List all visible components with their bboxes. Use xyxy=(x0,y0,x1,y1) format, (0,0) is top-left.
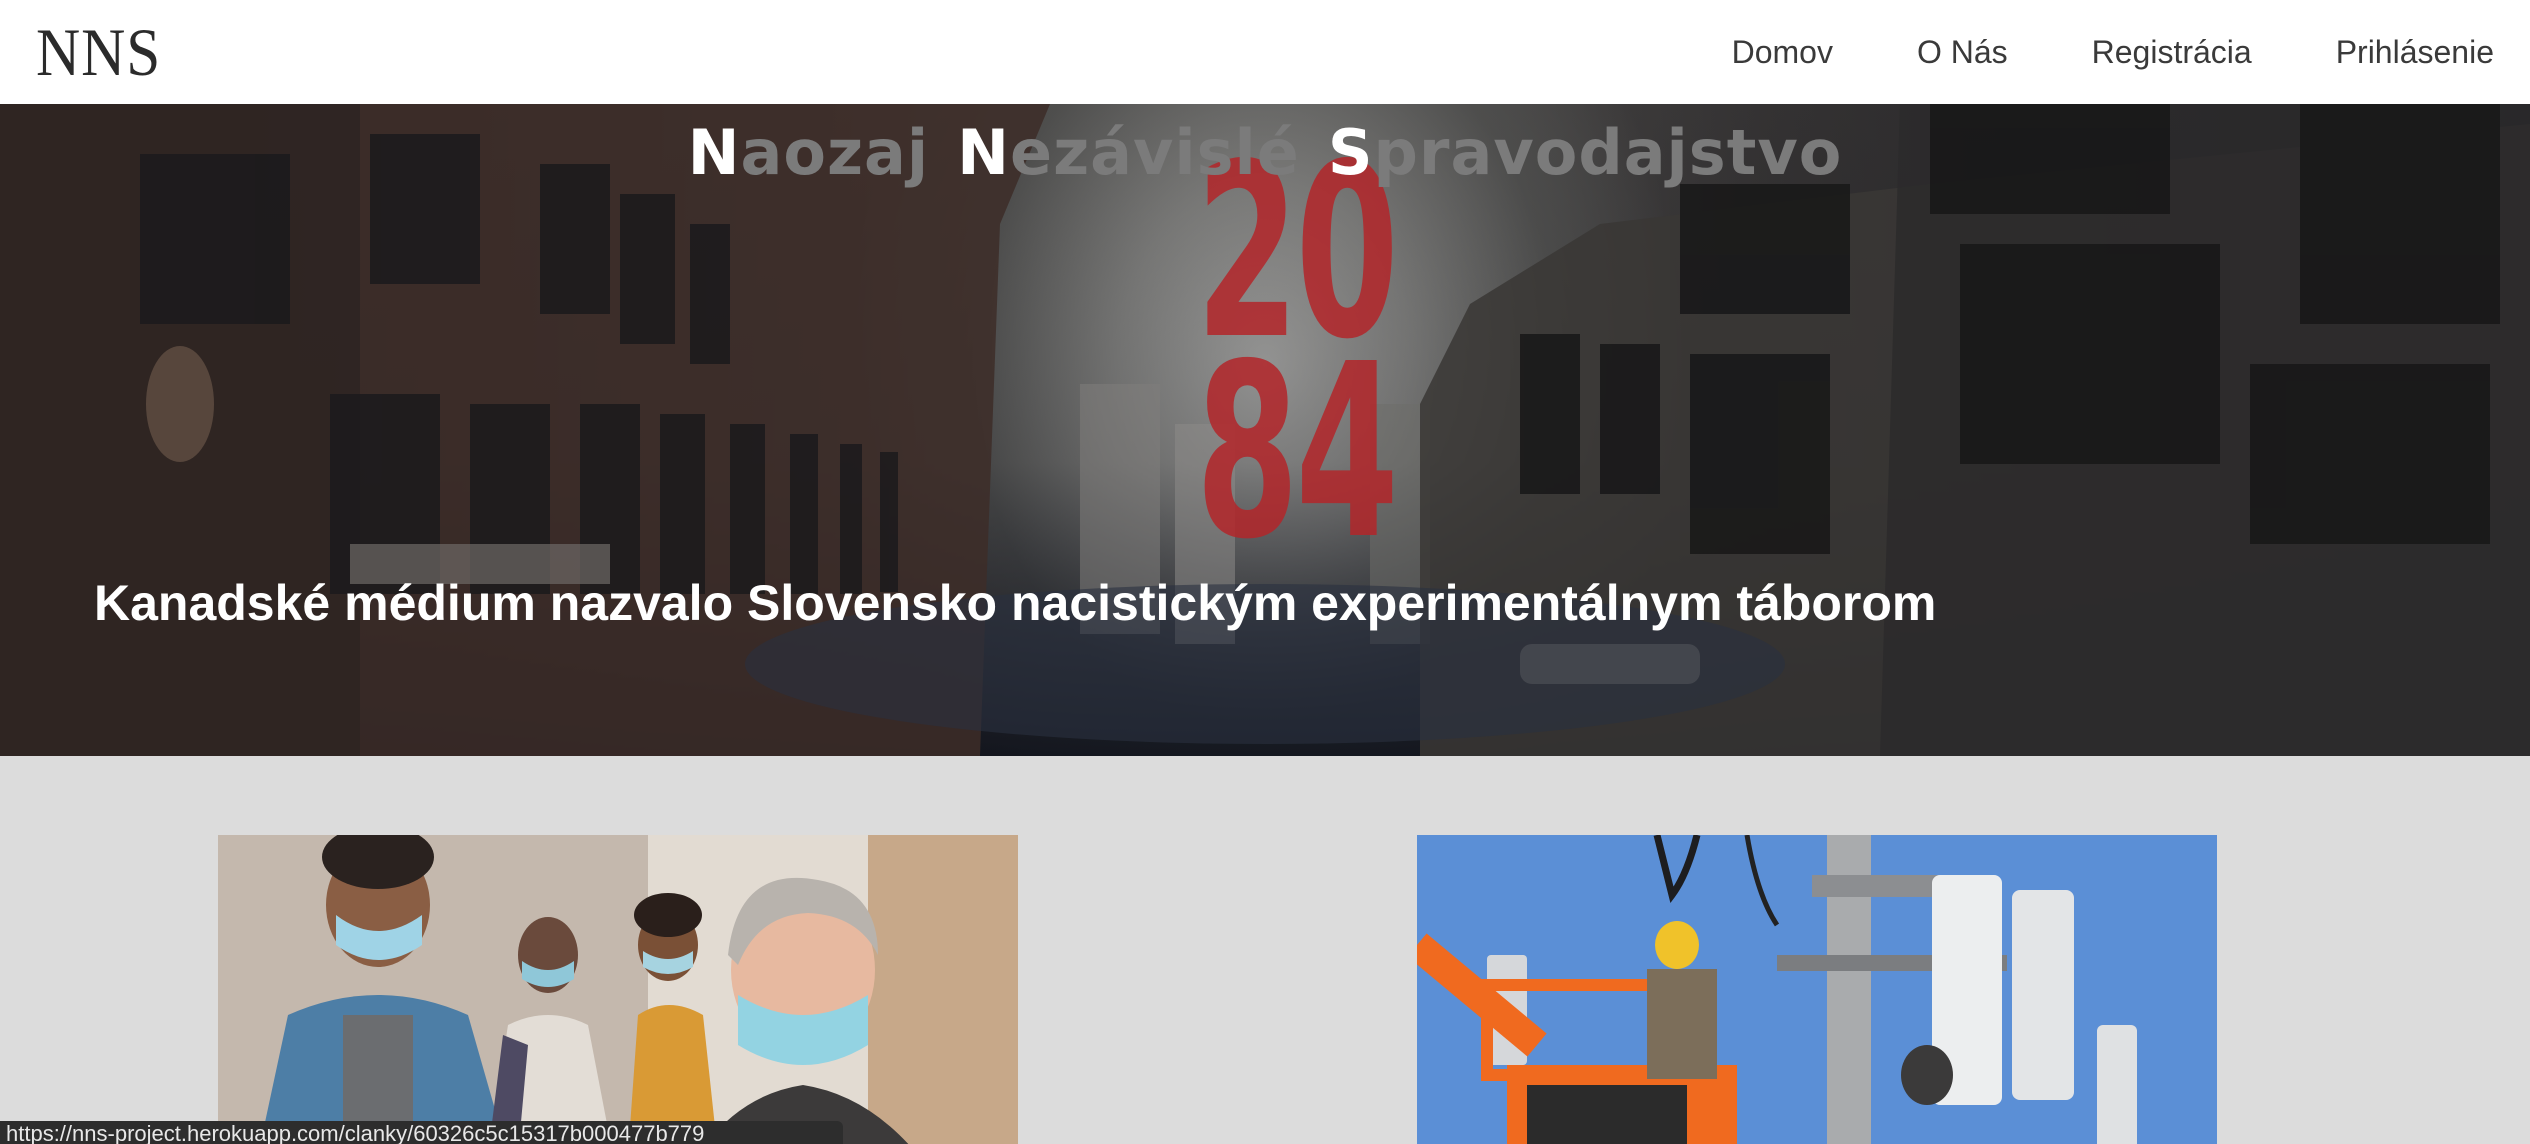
nav-link-register[interactable]: Registrácia xyxy=(2092,34,2252,71)
hero-banner[interactable]: Naozaj Nezávislé Spravodajstvo 20 84 Kanad… xyxy=(0,104,2530,756)
top-navbar: NNS Domov O Nás Registrácia Prihlásenie xyxy=(0,0,2530,104)
tagline-initial-2: N xyxy=(957,116,1011,189)
people-in-face-masks-photo xyxy=(218,835,1018,1144)
article-card-image-masks[interactable] xyxy=(218,835,1018,1144)
year-bottom-digits: 84 xyxy=(1195,312,1399,592)
nav-link-login[interactable]: Prihlásenie xyxy=(2336,34,2494,71)
tagline-initial-1: N xyxy=(687,116,741,189)
nav-link-home[interactable]: Domov xyxy=(1732,34,1833,71)
nav-link-about[interactable]: O Nás xyxy=(1917,34,2008,71)
article-card-image-5g-tower[interactable] xyxy=(1417,835,2217,1144)
5g-antenna-worker-photo xyxy=(1417,835,2217,1144)
tagline-word-2: ezávislé xyxy=(1010,116,1300,189)
site-logo[interactable]: NNS xyxy=(36,13,161,92)
tagline-word-1: aozaj xyxy=(740,116,930,189)
tagline-initial-3: S xyxy=(1327,116,1374,189)
featured-article-headline[interactable]: Kanadské médium nazvalo Slovensko nacist… xyxy=(94,574,1936,632)
tagline-word-3: pravodajstvo xyxy=(1373,116,1843,189)
main-nav: Domov O Nás Registrácia Prihlásenie xyxy=(1648,34,2494,71)
site-tagline: Naozaj Nezávislé Spravodajstvo xyxy=(0,116,2530,189)
link-preview-status-bar: https://nns-project.herokuapp.com/clanky… xyxy=(0,1121,843,1144)
year-2084-graphic: 20 84 xyxy=(1195,132,1399,592)
